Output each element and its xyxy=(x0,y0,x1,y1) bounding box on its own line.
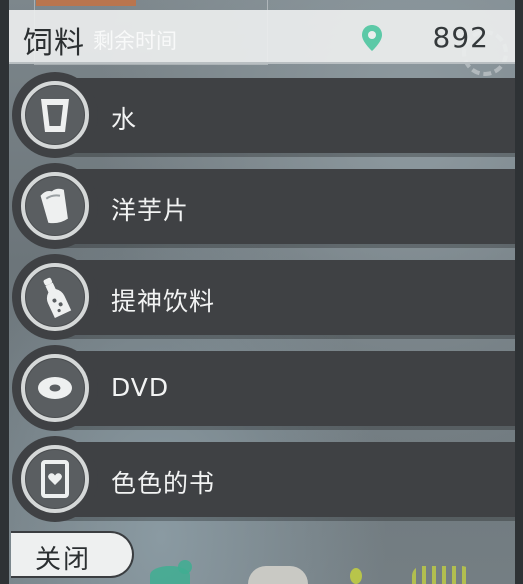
list-item-book[interactable]: 色色的书 xyxy=(12,436,515,522)
bottle-icon xyxy=(43,277,72,318)
item-icon-badge xyxy=(12,436,98,522)
map-pin-icon xyxy=(362,25,382,51)
item-icon-badge xyxy=(12,163,98,249)
close-button[interactable]: 关闭 xyxy=(11,531,134,578)
background-timer-label: 剩余时间 xyxy=(93,29,177,53)
item-label: 提神饮料 xyxy=(111,287,216,316)
plant-decoration xyxy=(412,566,472,584)
left-bezel xyxy=(0,0,9,584)
right-bezel xyxy=(515,0,523,584)
header-bar: 剩余时间 饲料 892 xyxy=(9,10,515,64)
item-icon-badge xyxy=(12,72,98,158)
shovel-decoration xyxy=(248,566,308,584)
water-cup-icon xyxy=(41,99,69,132)
item-label: DVD xyxy=(111,373,170,402)
item-icon-badge xyxy=(12,254,98,340)
currency-count: 892 xyxy=(432,21,489,54)
item-label: 色色的书 xyxy=(111,469,216,498)
list-item-dvd[interactable]: DVD xyxy=(12,345,515,431)
splash-decoration xyxy=(178,560,192,574)
heart-book-icon xyxy=(41,460,69,498)
list-item-energy-drink[interactable]: 提神饮料 xyxy=(12,254,515,340)
item-label: 洋芋片 xyxy=(111,196,190,225)
list-item-chips[interactable]: 洋芋片 xyxy=(12,163,515,249)
chips-bag-icon xyxy=(40,188,68,224)
dvd-disc-icon xyxy=(38,377,72,399)
item-icon-badge xyxy=(12,345,98,431)
page-title: 饲料 xyxy=(23,26,85,61)
plant-decoration xyxy=(350,568,362,584)
item-label: 水 xyxy=(111,105,138,134)
list-item-water[interactable]: 水 xyxy=(12,72,515,158)
close-button-label: 关闭 xyxy=(35,545,92,575)
